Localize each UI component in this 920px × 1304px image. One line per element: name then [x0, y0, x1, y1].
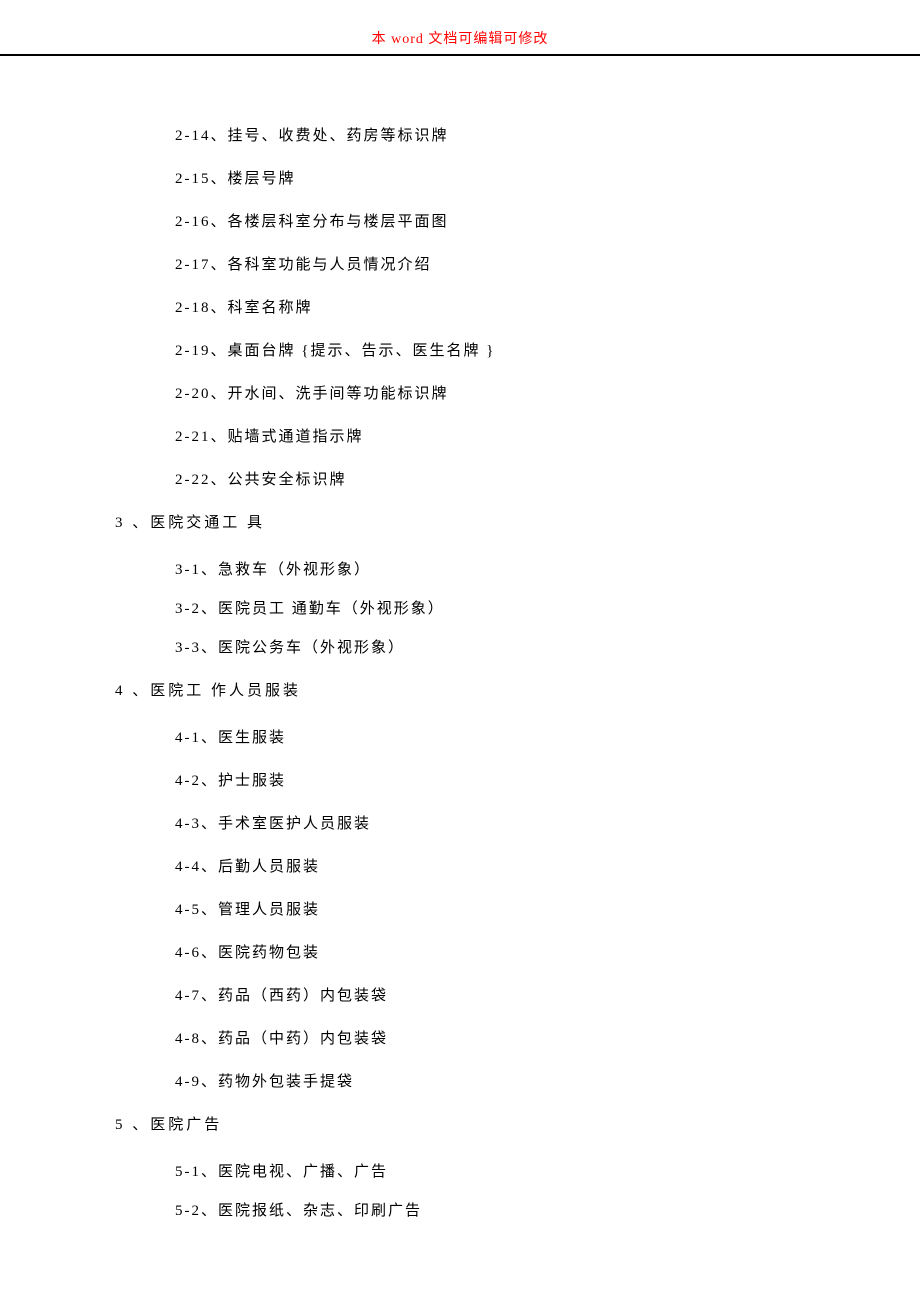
list-item: 2-22、公共安全标识牌 — [175, 470, 920, 491]
list-item: 3-1、急救车（外视形象） — [175, 560, 920, 581]
list-item: 3-3、医院公务车（外视形象） — [175, 638, 920, 659]
section-title: 4 、医院工 作人员服装 — [115, 681, 920, 702]
list-item: 3-2、医院员工 通勤车（外视形象） — [175, 599, 920, 620]
list-item: 2-18、科室名称牌 — [175, 298, 920, 319]
list-item: 2-17、各科室功能与人员情况介绍 — [175, 255, 920, 276]
list-item: 4-8、药品（中药）内包装袋 — [175, 1029, 920, 1050]
list-item: 5-1、医院电视、广播、广告 — [175, 1162, 920, 1183]
list-item: 2-19、桌面台牌 {提示、告示、医生名牌 } — [175, 341, 920, 362]
list-item: 4-2、护士服装 — [175, 771, 920, 792]
list-item: 4-4、后勤人员服装 — [175, 857, 920, 878]
list-item: 2-20、开水间、洗手间等功能标识牌 — [175, 384, 920, 405]
list-item: 2-14、挂号、收费处、药房等标识牌 — [175, 126, 920, 147]
list-item: 4-9、药物外包装手提袋 — [175, 1072, 920, 1093]
list-item: 2-21、贴墙式通道指示牌 — [175, 427, 920, 448]
list-item: 4-1、医生服装 — [175, 728, 920, 749]
list-item: 4-6、医院药物包装 — [175, 943, 920, 964]
list-item: 4-5、管理人员服装 — [175, 900, 920, 921]
section-title: 5 、医院广告 — [115, 1115, 920, 1136]
list-item: 4-3、手术室医护人员服装 — [175, 814, 920, 835]
header-text: 本 word 文档可编辑可修改 — [372, 32, 549, 47]
list-item: 4-7、药品（西药）内包装袋 — [175, 986, 920, 1007]
section-title: 3 、医院交通工 具 — [115, 513, 920, 534]
list-item: 2-15、楼层号牌 — [175, 169, 920, 190]
document-content: 2-14、挂号、收费处、药房等标识牌 2-15、楼层号牌 2-16、各楼层科室分… — [0, 56, 920, 1222]
document-header: 本 word 文档可编辑可修改 — [0, 0, 920, 48]
list-item: 5-2、医院报纸、杂志、印刷广告 — [175, 1201, 920, 1222]
list-item: 2-16、各楼层科室分布与楼层平面图 — [175, 212, 920, 233]
